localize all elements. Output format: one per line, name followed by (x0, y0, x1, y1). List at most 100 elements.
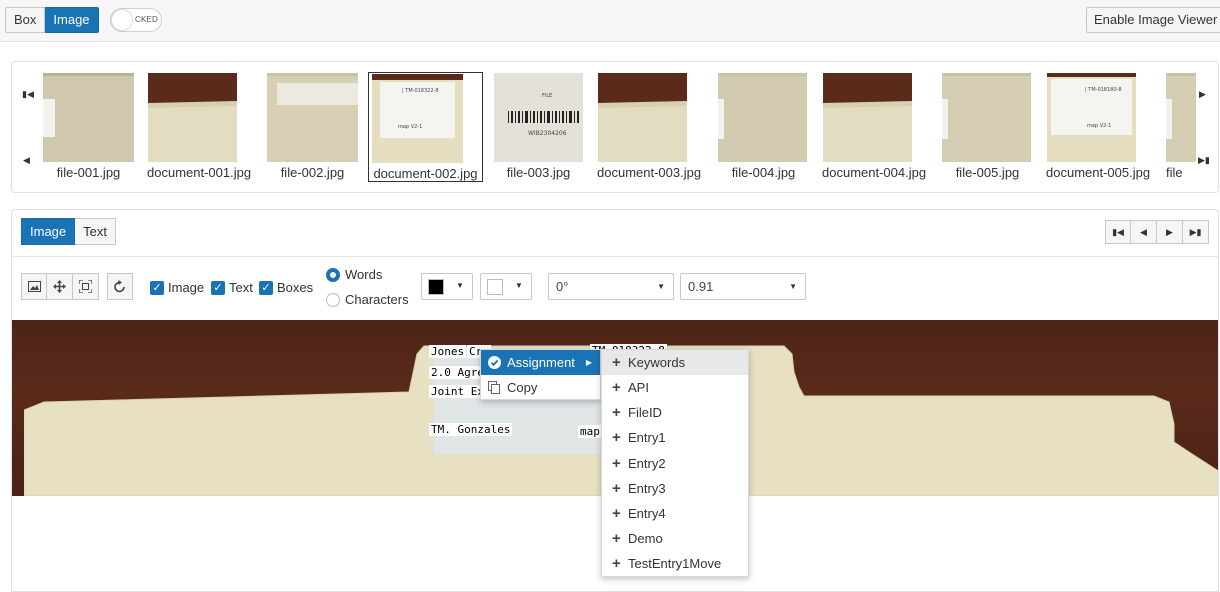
tab-image[interactable]: Image (21, 218, 76, 245)
color-swatch (428, 279, 444, 295)
gallery-thumb[interactable]: file-001.jpg (43, 72, 134, 182)
fit-screen-icon (79, 280, 92, 293)
view-buttons (21, 273, 99, 300)
gallery-thumb[interactable]: file-005.jpg (942, 72, 1033, 182)
submenu-label: Demo (628, 531, 663, 546)
check-icon: ✓ (259, 280, 273, 295)
submenu-item-demo[interactable]: + Demo (602, 526, 748, 551)
plus-icon: + (612, 480, 621, 497)
zoom-value: 0.91 (688, 279, 714, 294)
thumb-caption: file-003.jpg (506, 165, 571, 180)
tab-text[interactable]: Text (75, 218, 116, 245)
menu-item-label: Copy (507, 380, 538, 395)
gallery-thumb[interactable]: document-001.jpg (147, 72, 251, 182)
page-navigator: ▮◀ ◀ ▶ ▶▮ (1105, 220, 1209, 244)
first-page-icon[interactable]: ▮◀ (1105, 220, 1131, 244)
zoom-select[interactable]: 0.91 ▼ (680, 273, 806, 300)
submenu-label: TestEntry1Move (628, 556, 722, 571)
words-radio[interactable]: Words (326, 267, 382, 282)
mode-box-button[interactable]: Box (5, 7, 46, 33)
box-color-picker[interactable]: ▼ (480, 273, 532, 300)
chevron-down-icon: ▼ (515, 281, 523, 290)
ocr-word[interactable]: 2.0 Agre (429, 366, 486, 379)
submenu-label: Entry4 (628, 506, 666, 521)
mode-image-button[interactable]: Image (45, 7, 99, 33)
thumb-caption: file-002.jpg (280, 165, 345, 180)
show-text-checkbox[interactable]: ✓ Text (211, 280, 253, 295)
gallery-thumb[interactable]: file-004.jpg (718, 72, 809, 182)
checkbox-label: Text (229, 280, 253, 295)
submenu-item-entry4[interactable]: + Entry4 (602, 501, 748, 526)
move-button[interactable] (47, 273, 73, 300)
svg-text:| TM-018180-8: | TM-018180-8 (1085, 87, 1122, 93)
copy-icon (481, 381, 507, 394)
chevron-down-icon: ▼ (789, 282, 797, 291)
text-color-picker[interactable]: ▼ (421, 273, 473, 300)
plus-icon: + (612, 555, 621, 572)
submenu-item-fileid[interactable]: + FileID (602, 400, 748, 425)
radio-label: Words (345, 267, 383, 282)
thumb-caption: document-004.jpg (822, 165, 927, 180)
image-icon (27, 281, 41, 292)
submenu-item-keywords[interactable]: + Keywords (602, 350, 748, 375)
show-image-checkbox[interactable]: ✓ Image (150, 280, 204, 295)
rotate-group (107, 273, 133, 300)
mode-toggle[interactable]: CKED (110, 8, 162, 32)
thumb-image (718, 73, 807, 162)
gallery-thumb[interactable]: document-004.jpg (822, 72, 927, 182)
gallery-last-icon[interactable]: ▶▮ (1198, 155, 1210, 166)
top-toolbar: Box Image CKED Enable Image Viewer (0, 0, 1220, 42)
submenu-item-entry1[interactable]: + Entry1 (602, 425, 748, 450)
thumb-image (1166, 73, 1196, 162)
gallery-thumb[interactable]: file-002.jpg (267, 72, 358, 182)
submenu-item-testentry1move[interactable]: + TestEntry1Move (602, 551, 748, 576)
chevron-right-icon: ▶ (585, 358, 592, 367)
context-menu: Assignment ▶ Copy (480, 349, 601, 400)
chevron-down-icon: ▼ (657, 282, 665, 291)
checkbox-label: Image (168, 280, 205, 295)
toggle-knob (112, 10, 132, 30)
radio-dot (326, 292, 340, 307)
svg-text:| TM-018322-8: | TM-018322-8 (402, 88, 439, 94)
viewer-tabs: Image Text (21, 218, 116, 245)
checkbox-label: Boxes (277, 280, 314, 295)
zoom-fit-button[interactable] (73, 273, 99, 300)
menu-item-label: Assignment (507, 355, 575, 370)
gallery-thumb-selected[interactable]: | TM-018322-8 map V2-1 document-002.jpg (368, 72, 483, 182)
submenu-item-entry3[interactable]: + Entry3 (602, 476, 748, 501)
ocr-word[interactable]: map (578, 425, 602, 438)
gallery-first-icon[interactable]: ▮◀ (22, 89, 34, 100)
color-swatch (487, 279, 503, 295)
ocr-word[interactable]: Jones (429, 345, 467, 358)
gallery-prev-icon[interactable]: ◀ (23, 155, 30, 166)
thumb-caption: document-005.jpg (1046, 165, 1151, 180)
menu-item-copy[interactable]: Copy (481, 375, 600, 400)
rotate-button[interactable] (107, 273, 133, 300)
plus-icon: + (612, 455, 621, 472)
thumb-caption: document-002.jpg (373, 166, 478, 181)
check-circle-icon (481, 356, 507, 369)
next-page-icon[interactable]: ▶ (1157, 220, 1183, 244)
enable-image-viewer-button[interactable]: Enable Image Viewer (1086, 7, 1220, 33)
gallery-thumb[interactable]: document-003.jpg (597, 72, 701, 182)
submenu-item-entry2[interactable]: + Entry2 (602, 451, 748, 476)
ocr-word[interactable]: TM. Gonzales (429, 423, 513, 436)
last-page-icon[interactable]: ▶▮ (1183, 220, 1209, 244)
move-icon (53, 280, 66, 293)
rotation-select[interactable]: 0° ▼ (548, 273, 674, 300)
show-boxes-checkbox[interactable]: ✓ Boxes (259, 280, 313, 295)
prev-page-icon[interactable]: ◀ (1131, 220, 1157, 244)
gallery-thumb[interactable]: file (1166, 72, 1196, 182)
mode-switch: Box Image (5, 7, 99, 33)
gallery-next-icon[interactable]: ▶ (1199, 89, 1206, 100)
characters-radio[interactable]: Characters (326, 292, 409, 307)
barcode-top-text: FILE (542, 93, 552, 99)
plus-icon: + (612, 404, 621, 421)
menu-item-assignment[interactable]: Assignment ▶ (481, 350, 600, 375)
thumb-caption: file (1166, 165, 1183, 180)
gallery-thumb[interactable]: | TM-018180-8 map V2-1 document-005.jpg (1046, 72, 1151, 182)
divider (12, 256, 1218, 257)
submenu-item-api[interactable]: + API (602, 375, 748, 400)
fit-image-button[interactable] (21, 273, 47, 300)
gallery-thumb[interactable]: FILE WIB2304206 file-003.jpg (493, 72, 584, 182)
